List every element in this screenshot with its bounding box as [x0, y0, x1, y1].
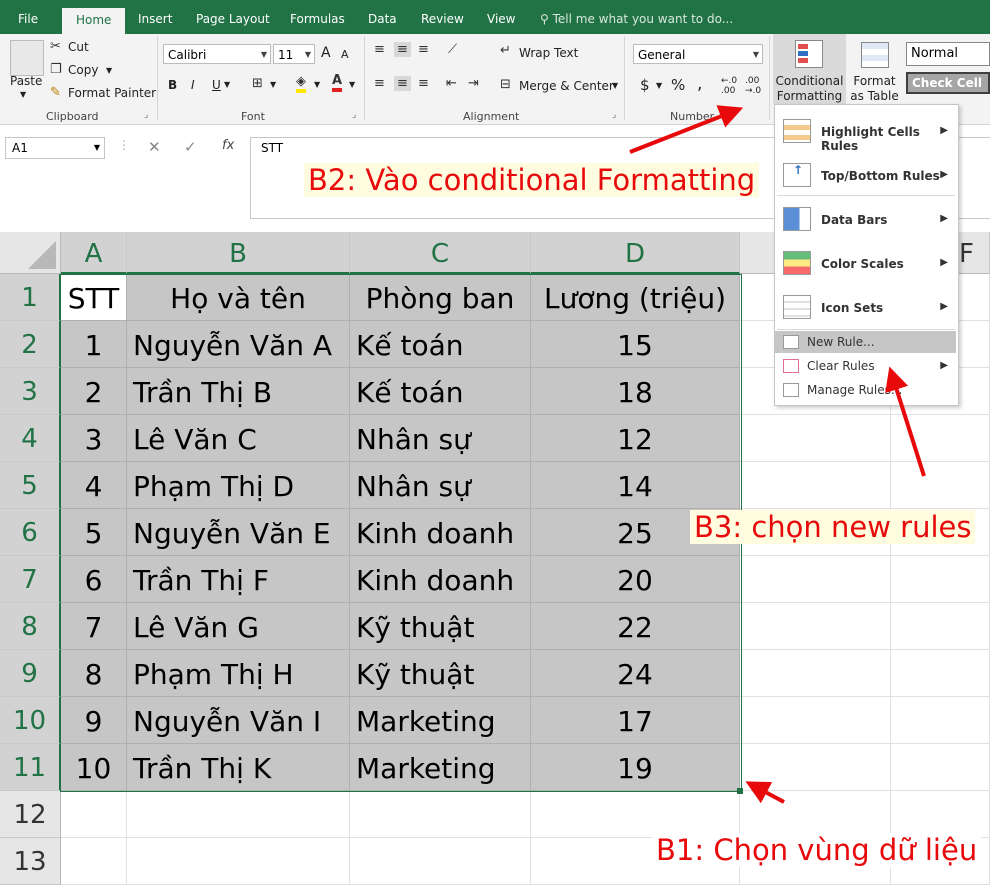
arrow-b3	[885, 366, 926, 477]
arrow-b1	[745, 781, 785, 804]
annotation-arrows	[629, 105, 926, 804]
arrow-b2	[629, 105, 744, 154]
